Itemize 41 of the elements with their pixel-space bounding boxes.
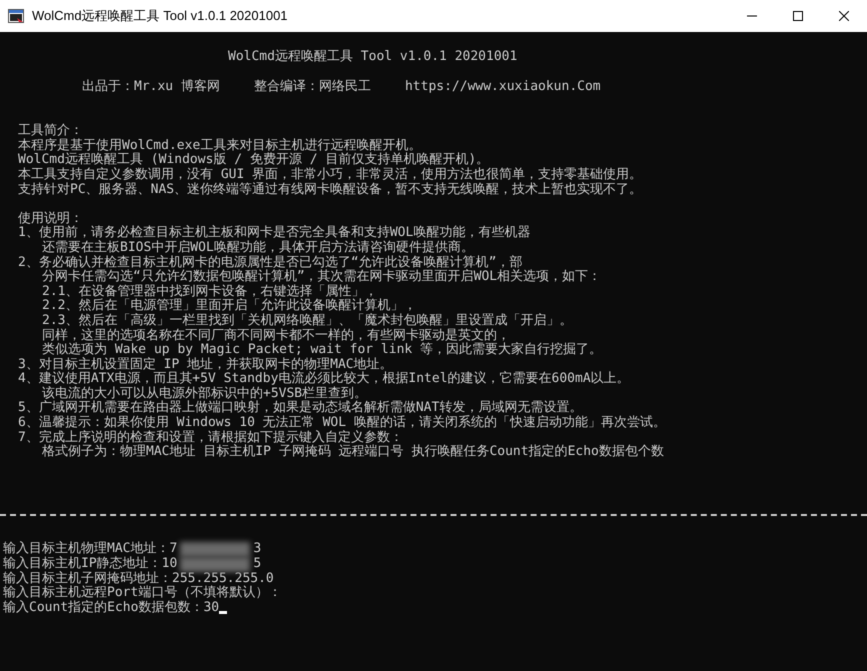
usage-line: 2、务必确认并检查目标主机网卡的电源属性是否已勾选了“允许此设备唤醒计算机”，部 [17, 256, 522, 270]
console-app-icon [8, 9, 24, 23]
intro-line: 本工具支持自定义参数调用，没有 GUI 界面，非常小巧，非常灵活，使用方法也很简单，支持零基础使用。 [17, 168, 642, 182]
credit-text: 出品于：Mr.xu 博客网 [82, 80, 220, 94]
section-heading: 工具简介： [17, 124, 83, 138]
usage-line: 1、使用前，请务必检查目标主机主板和网卡是否完全具备和支持WOL唤醒功能，有些机器 [17, 226, 530, 240]
input-value: 3 [253, 542, 262, 558]
usage-subitem: 2.1、在设备管理器中找到网卡设备，右键选择「属性」， [41, 284, 378, 299]
input-value: 5 [253, 557, 262, 572]
credit-text: 整合编译：网络民工 [254, 80, 371, 94]
usage-note: 同样，这里的选项名称在不同厂商不同网卡都不一样的，有些网卡驱动是英文的， [41, 328, 510, 342]
intro-line: 本程序是基于使用WolCmd.exe工具来对目标主机进行远程唤醒开机。 [17, 138, 422, 153]
input-prompt: 输入Count指定的Echo数据包数： [3, 600, 204, 616]
usage-line: 格式例子为：物理MAC地址 目标主机IP 子网掩码 远程端口号 执行唤醒任务Count指定的Echo数据包个数 [41, 445, 664, 460]
input-prompt: 输入目标主机IP静态地址： [3, 557, 162, 572]
usage-note: 类似选项为 Wake up by Magic Packet; wait for link 等，因此需要大家自行挖掘了。 [42, 343, 602, 358]
close-icon [839, 11, 849, 21]
usage-line: 还需要在主板BIOS中开启WOL唤醒功能，具体开启方法请咨询硬件提供商。 [41, 240, 474, 255]
input-prompt: 输入目标主机远程Port端口号（不填将默认）： [3, 586, 282, 600]
usage-line: 分网卡任需勾选“只允许幻数据包唤醒计算机”，其次需在网卡驱动里面开启WOL相关选项，如下： [41, 270, 602, 284]
usage-line: 4、建议使用ATX电源，而且其+5V Standby电流必须比较大，根据Intel的建议，它需要在600mA以上。 [17, 372, 630, 386]
input-prompt: 输入目标主机物理MAC地址： [3, 542, 170, 556]
usage-line: 该电流的大小可以从电源外部标识中的+5VSB栏里查到。 [42, 386, 368, 401]
maximize-icon [793, 11, 803, 21]
input-prompt: 输入目标主机子网掩码地址： [3, 572, 172, 586]
input-value: 255.255.255.0 [172, 572, 274, 586]
usage-line: 6、温馨提示：如果你使用 Windows 10 无法正常 WOL 唤醒的话，请关闭系统的「快速启动功能」再次尝试。 [17, 416, 666, 430]
usage-subitem: 2.3、然后在「高级」一栏里找到「关机网络唤醒」、「魔术封包唤醒」里设置成「开启」。 [41, 314, 572, 328]
input-value: 10 [162, 557, 178, 572]
input-value: 7 [169, 542, 178, 557]
credit-text: https://www.xuxiaokun.Com [404, 80, 601, 94]
usage-line: 3、对目标主机设置固定 IP 地址，并获取网卡的物理MAC地址。 [17, 358, 393, 372]
usage-subitem: 2.2、然后在「电源管理」里面开启「允许此设备唤醒计算机」， [41, 299, 416, 314]
intro-line: 支持针对PC、服务器、NAS、迷你终端等通过有线网卡唤醒设备，暂不支持无线唤醒，技术上暂也实现不了。 [17, 182, 642, 198]
usage-line: 7、完成上序说明的检查和设置，请根据如下提示键入自定义参数： [17, 430, 403, 445]
banner-title: WolCmd远程唤醒工具 Tool v1.0.1 20201001 [227, 50, 518, 65]
input-value: 30 [203, 600, 220, 616]
intro-line: WolCmd远程唤醒工具 (Windows版 / 免费开源 / 目前仅支持单机唤醒开机)。 [17, 153, 490, 168]
window-title: WolCmd远程唤醒工具 Tool v1.0.1 20201001 [32, 7, 289, 25]
usage-line: 5、广域网开机需要在路由器上做端口映射，如果是动态域名解析需做NAT转发，局域网无需设置。 [17, 401, 582, 416]
section-heading: 使用说明： [17, 212, 83, 226]
